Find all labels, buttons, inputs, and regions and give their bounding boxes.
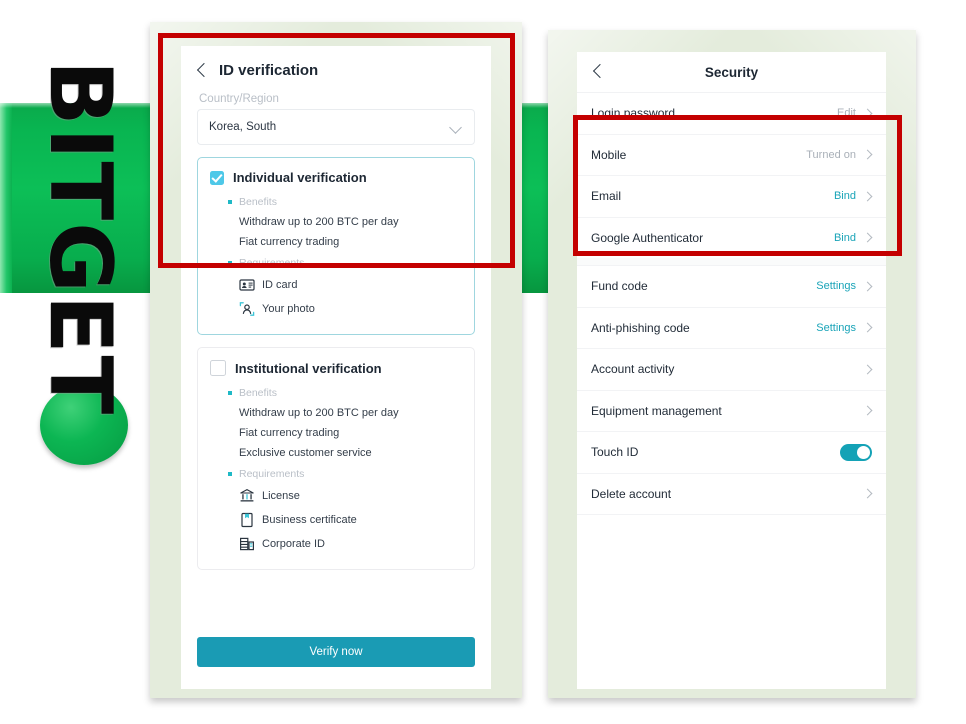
chevron-left-icon[interactable] bbox=[195, 64, 209, 78]
institutional-verification-card[interactable]: Institutional verification Benefits With… bbox=[197, 347, 475, 570]
row-action[interactable]: Bind bbox=[834, 190, 872, 202]
certificate-icon bbox=[241, 512, 253, 528]
nav-bar-security: Security bbox=[577, 52, 886, 93]
row-action[interactable] bbox=[863, 489, 872, 498]
security-row-anti-phishing-code[interactable]: Anti-phishing code Settings bbox=[577, 308, 886, 349]
row-action[interactable] bbox=[863, 406, 872, 415]
individual-verification-checkbox[interactable] bbox=[210, 170, 224, 185]
page-title: ID verification bbox=[219, 62, 319, 79]
security-row-login-password[interactable]: Login password Edit bbox=[577, 93, 886, 135]
list-item: License bbox=[210, 484, 462, 508]
bind-link[interactable]: Bind bbox=[834, 232, 856, 244]
verify-now-button[interactable]: Verify now bbox=[197, 637, 475, 667]
square-bullet-icon bbox=[228, 261, 232, 265]
list-item: Your photo bbox=[210, 297, 462, 321]
country-region-select[interactable]: Korea, South bbox=[197, 109, 475, 145]
security-row-account-activity[interactable]: Account activity bbox=[577, 349, 886, 391]
phone-mockup-security: Security Login password Edit Mobile Turn… bbox=[548, 30, 916, 698]
chevron-left-icon[interactable] bbox=[591, 65, 605, 79]
list-item: ID card bbox=[210, 273, 462, 297]
bind-link[interactable]: Bind bbox=[834, 190, 856, 202]
chevron-right-icon bbox=[863, 192, 872, 201]
row-action[interactable]: Bind bbox=[834, 232, 872, 244]
row-action[interactable]: Edit bbox=[837, 107, 872, 119]
settings-link[interactable]: Settings bbox=[816, 322, 856, 334]
list-item: Withdraw up to 200 BTC per day bbox=[239, 407, 399, 419]
security-row-mobile[interactable]: Mobile Turned on bbox=[577, 135, 886, 176]
touch-id-toggle[interactable] bbox=[840, 443, 872, 461]
chevron-down-icon bbox=[449, 123, 463, 132]
individual-requirements-heading: Requirements bbox=[210, 252, 462, 273]
page-title: Security bbox=[704, 64, 759, 80]
row-action[interactable]: Settings bbox=[816, 322, 872, 334]
row-action[interactable] bbox=[840, 443, 872, 461]
individual-verification-title: Individual verification bbox=[233, 170, 367, 185]
list-item: Corporate ID bbox=[210, 532, 462, 556]
portrait-photo-icon bbox=[239, 302, 255, 316]
row-action[interactable]: Settings bbox=[816, 280, 872, 292]
chevron-right-icon bbox=[863, 406, 872, 415]
section-divider bbox=[577, 258, 886, 266]
individual-benefits-heading: Benefits bbox=[210, 191, 462, 212]
institutional-verification-checkbox[interactable] bbox=[210, 360, 226, 376]
status-badge: Edit bbox=[837, 107, 856, 120]
id-card-icon bbox=[239, 279, 255, 291]
individual-verification-header: Individual verification bbox=[210, 170, 462, 185]
list-item: Business certificate bbox=[210, 508, 462, 532]
bitget-wordmark: BITGET bbox=[30, 60, 130, 417]
bank-license-icon bbox=[240, 489, 254, 502]
security-row-fund-code[interactable]: Fund code Settings bbox=[577, 266, 886, 308]
phone-mockup-id-verification: ID verification Country/Region Korea, So… bbox=[150, 22, 522, 698]
chevron-right-icon bbox=[863, 109, 872, 118]
chevron-right-icon bbox=[863, 489, 872, 498]
list-item: Fiat currency trading bbox=[239, 427, 340, 439]
square-bullet-icon bbox=[228, 200, 232, 204]
status-badge: Turned on bbox=[806, 148, 856, 161]
row-action[interactable]: Turned on bbox=[806, 149, 872, 161]
chevron-right-icon bbox=[863, 282, 872, 291]
list-item: Exclusive customer service bbox=[239, 447, 372, 459]
security-row-delete-account[interactable]: Delete account bbox=[577, 474, 886, 515]
security-row-touch-id[interactable]: Touch ID bbox=[577, 432, 886, 474]
chevron-right-icon bbox=[863, 365, 872, 374]
square-bullet-icon bbox=[228, 391, 232, 395]
institutional-verification-title: Institutional verification bbox=[235, 360, 382, 376]
institutional-verification-header: Institutional verification bbox=[210, 360, 462, 376]
list-item: Fiat currency trading bbox=[239, 236, 340, 248]
screen-id-verification: ID verification Country/Region Korea, So… bbox=[181, 46, 491, 689]
nav-bar-id-verification: ID verification bbox=[181, 46, 491, 83]
settings-link[interactable]: Settings bbox=[816, 280, 856, 292]
institutional-benefits-heading: Benefits bbox=[210, 382, 462, 403]
country-region-label: Country/Region bbox=[199, 93, 279, 105]
row-action[interactable] bbox=[863, 365, 872, 374]
security-row-google-authenticator[interactable]: Google Authenticator Bind bbox=[577, 218, 886, 259]
chevron-right-icon bbox=[863, 233, 872, 242]
security-row-equipment-management[interactable]: Equipment management bbox=[577, 391, 886, 432]
screen-security: Security Login password Edit Mobile Turn… bbox=[577, 52, 886, 689]
institutional-requirements-heading: Requirements bbox=[210, 463, 462, 484]
square-bullet-icon bbox=[228, 472, 232, 476]
chevron-right-icon bbox=[863, 323, 872, 332]
security-row-email[interactable]: Email Bind bbox=[577, 176, 886, 218]
chevron-right-icon bbox=[863, 150, 872, 159]
corporate-building-icon bbox=[240, 537, 255, 551]
individual-verification-card[interactable]: Individual verification Benefits Withdra… bbox=[197, 157, 475, 335]
country-region-value: Korea, South bbox=[209, 121, 277, 133]
list-item: Withdraw up to 200 BTC per day bbox=[239, 216, 399, 228]
